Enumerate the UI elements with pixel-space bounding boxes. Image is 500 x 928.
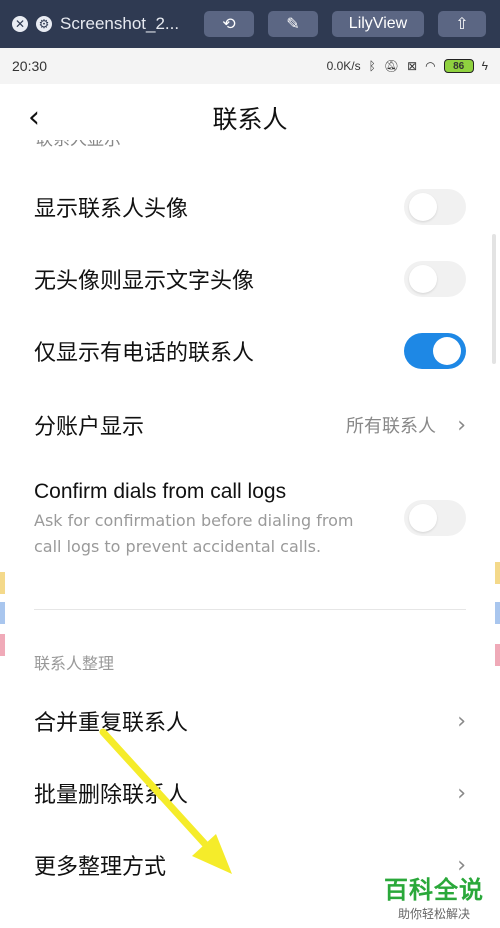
toggle-knob	[409, 504, 437, 532]
lilyview-button[interactable]: LilyView	[332, 11, 424, 37]
row-label: 合并重复联系人	[34, 711, 189, 736]
network-speed: 0.0K/s	[326, 59, 361, 73]
account-display-value: 所有联系人	[346, 416, 436, 437]
chevron-right-icon: ›	[457, 780, 466, 806]
rotate-button[interactable]: ⟲	[204, 11, 254, 37]
share-icon: ⇧	[455, 16, 469, 33]
row-phone-only[interactable]: 仅显示有电话的联系人	[0, 316, 500, 386]
confirm-dials-toggle[interactable]	[404, 500, 466, 536]
row-confirm-dials[interactable]: Confirm dials from call logs Ask for con…	[0, 480, 500, 570]
section-display-label: 联系人显示	[36, 140, 121, 150]
row-label: 显示联系人头像	[34, 197, 189, 222]
status-time: 20:30	[12, 58, 48, 74]
rotate-icon: ⟲	[222, 16, 236, 33]
chevron-right-icon: ›	[457, 412, 466, 438]
watermark-text: 百科全说	[384, 876, 484, 904]
row-label: 无头像则显示文字头像	[34, 269, 255, 294]
settings-icon[interactable]: ⚙	[36, 16, 52, 32]
row-label: 批量删除联系人	[34, 783, 189, 808]
sim-off-icon: ⊠	[407, 59, 418, 73]
chevron-right-icon: ›	[457, 708, 466, 734]
mute-bell-icon: 🔕︎	[383, 59, 400, 73]
close-icon[interactable]: ✕	[12, 16, 28, 32]
status-bar: 20:30 0.0K/s ᛒ 🔕︎ ⊠ ◠ 86 ϟ	[0, 48, 500, 84]
viewer-toolbar: ✕ ⚙ Screenshot_2... ⟲ ✎ LilyView ⇧	[0, 0, 500, 48]
contacts-settings-screen: ‹ 联系人 联系人显示 显示联系人头像 无头像则显示文字头像 仅显示有电话的联系…	[0, 84, 500, 928]
markup-pen-icon: ✎	[286, 16, 300, 33]
row-label: 仅显示有电话的联系人	[34, 341, 255, 366]
page-title: 联系人	[212, 105, 288, 134]
edge-color-tab	[495, 644, 500, 666]
battery-indicator: 86	[443, 59, 474, 73]
edge-color-tab	[495, 602, 500, 624]
bluetooth-icon: ᛒ	[368, 59, 376, 73]
row-text-avatar[interactable]: 无头像则显示文字头像	[0, 244, 500, 314]
toggle-knob	[409, 193, 437, 221]
row-batch-delete[interactable]: 批量删除联系人 ›	[0, 758, 500, 828]
row-label: 分账户显示	[34, 415, 145, 440]
edge-color-tab	[0, 572, 5, 594]
phone-only-toggle[interactable]	[404, 333, 466, 369]
edge-color-tab	[495, 562, 500, 584]
text-avatar-toggle[interactable]	[404, 261, 466, 297]
viewer-title: Screenshot_2...	[60, 14, 180, 33]
toggle-knob	[433, 337, 461, 365]
markup-button[interactable]: ✎	[268, 11, 318, 37]
edge-color-tab	[0, 602, 5, 624]
share-button[interactable]: ⇧	[438, 11, 486, 37]
show-avatar-toggle[interactable]	[404, 189, 466, 225]
row-show-avatar[interactable]: 显示联系人头像	[0, 172, 500, 242]
row-label: Confirm dials from call logs	[34, 480, 287, 503]
section-divider	[34, 609, 466, 610]
row-merge-duplicates[interactable]: 合并重复联系人 ›	[0, 686, 500, 756]
scrollbar[interactable]	[492, 234, 496, 364]
watermark-logo: 百科全说 助你轻松解决	[384, 870, 484, 922]
edge-color-tab	[0, 634, 5, 656]
row-label: 更多整理方式	[34, 855, 167, 880]
toggle-knob	[409, 265, 437, 293]
row-description: Ask for confirmation before dialing from…	[34, 511, 354, 556]
watermark-subtext: 助你轻松解决	[397, 907, 470, 921]
row-account-display[interactable]: 分账户显示 所有联系人 ›	[0, 390, 500, 460]
wifi-icon: ◠	[425, 59, 436, 73]
charging-icon: ϟ	[481, 59, 488, 73]
section-title: 联系人整理	[34, 654, 115, 673]
